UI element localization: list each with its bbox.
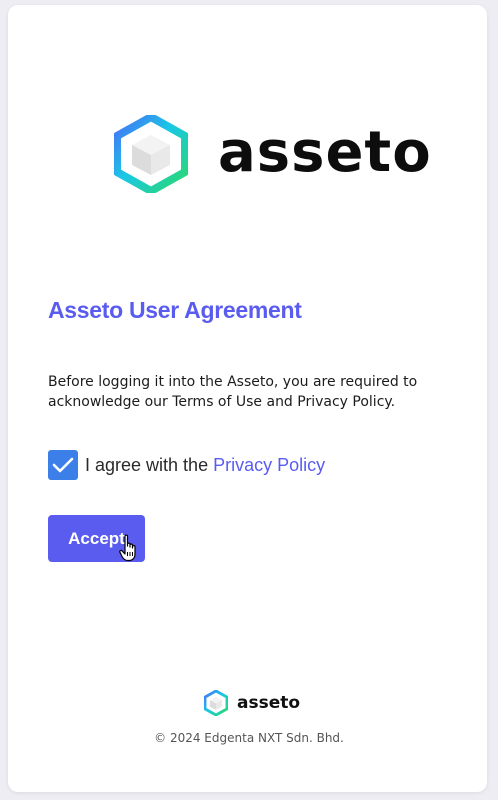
agree-label: I agree with the [85, 454, 209, 475]
asseto-logo: asseto [114, 115, 431, 197]
asseto-hexagon-cube-icon [204, 690, 228, 716]
footer-wordmark: asseto [237, 693, 301, 713]
agreement-description: Before logging it into the Asseto, you a… [48, 374, 418, 410]
checkmark-icon [52, 457, 74, 473]
agree-checkbox[interactable] [48, 450, 78, 480]
copyright-text: © 2024 Edgenta NXT Sdn. Bhd. [154, 731, 344, 745]
agreement-card: asseto Asseto User Agreement Before logg… [8, 5, 487, 792]
brand-wordmark: asseto [218, 120, 432, 185]
page-title: Asseto User Agreement [48, 297, 302, 323]
hand-pointer-cursor-icon [119, 534, 136, 562]
asseto-hexagon-cube-icon [114, 115, 188, 193]
privacy-policy-link[interactable]: Privacy Policy [213, 455, 325, 476]
agree-row: I agree with the Privacy Policy [48, 450, 325, 480]
